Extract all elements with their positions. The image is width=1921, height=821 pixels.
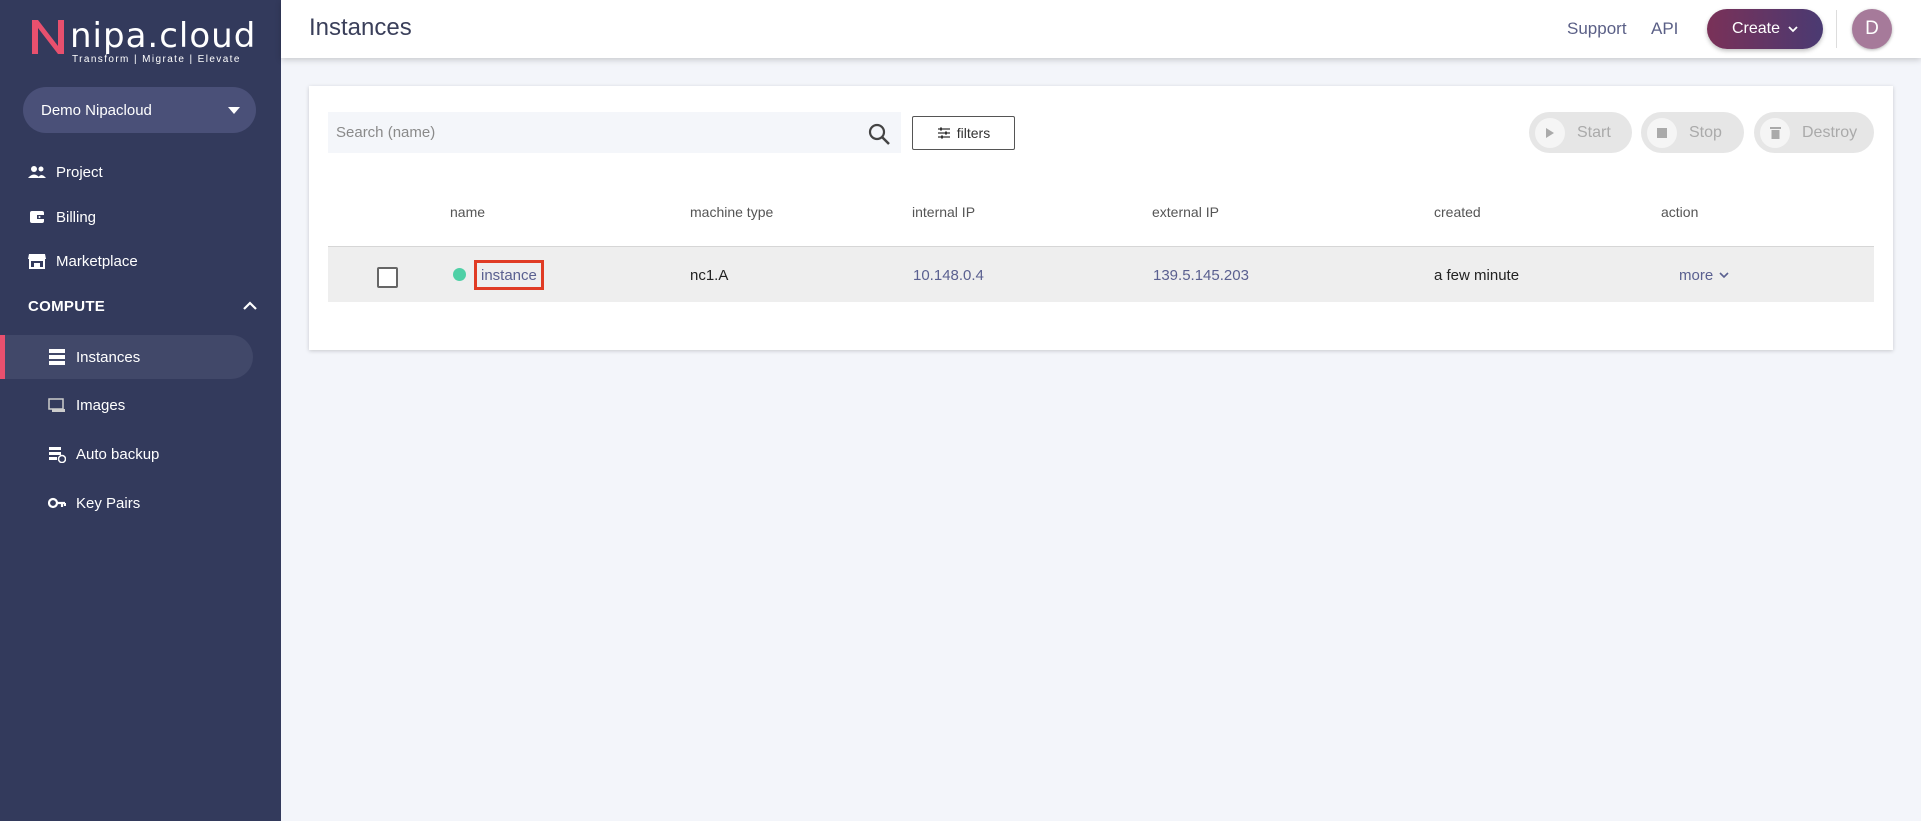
instance-name-link[interactable]: instance <box>474 260 544 290</box>
create-button[interactable]: Create <box>1707 9 1823 49</box>
filters-button[interactable]: filters <box>912 116 1015 150</box>
more-actions-label: more <box>1679 267 1714 284</box>
column-header-internal-ip: internal IP <box>912 204 976 220</box>
chevron-down-icon <box>1788 25 1798 32</box>
sidebar-item-label: Project <box>56 163 103 181</box>
section-compute-label: COMPUTE <box>28 297 106 315</box>
row-checkbox[interactable] <box>377 267 398 288</box>
brand-logo[interactable]: nipa.cloud Transform | Migrate | Elevate <box>28 16 255 68</box>
backup-icon <box>48 445 66 463</box>
users-icon <box>28 163 46 181</box>
chevron-up-icon <box>243 301 257 310</box>
support-link[interactable]: Support <box>1567 19 1627 39</box>
sidebar-item-label: Images <box>76 396 126 414</box>
sidebar-item-label: Marketplace <box>56 252 138 270</box>
api-link[interactable]: API <box>1651 19 1678 39</box>
stop-button[interactable]: Stop <box>1641 112 1744 153</box>
project-selector-label: Demo Nipacloud <box>41 101 152 119</box>
user-avatar[interactable]: D <box>1852 9 1892 49</box>
brand-tagline: Transform | Migrate | Elevate <box>72 54 241 65</box>
key-icon <box>48 494 66 512</box>
play-icon <box>1535 117 1565 148</box>
column-header-name: name <box>450 204 486 220</box>
sidebar-item-images[interactable]: Images <box>0 384 281 426</box>
sidebar-item-label: Key Pairs <box>76 494 141 512</box>
sidebar-item-marketplace[interactable]: Marketplace <box>0 240 281 282</box>
start-button-label: Start <box>1577 123 1611 141</box>
sidebar-item-instances[interactable]: Instances <box>0 336 281 378</box>
brand-name: nipa.cloud <box>70 16 257 56</box>
column-header-machine-type: machine type <box>690 204 774 220</box>
project-selector[interactable]: Demo Nipacloud <box>23 87 256 133</box>
machine-type-cell: nc1.A <box>690 267 729 284</box>
filters-button-label: filters <box>956 125 991 141</box>
sidebar-item-key-pairs[interactable]: Key Pairs <box>0 482 281 524</box>
wallet-icon <box>28 208 46 226</box>
server-icon <box>48 348 66 366</box>
destroy-button[interactable]: Destroy <box>1754 112 1874 153</box>
created-cell: a few minute <box>1434 267 1520 284</box>
sidebar-item-label: Billing <box>56 208 97 226</box>
monitor-icon <box>48 396 66 414</box>
sidebar-item-project[interactable]: Project <box>0 151 281 193</box>
page-title: Instances <box>309 14 412 41</box>
sidebar-item-label: Auto backup <box>76 445 160 463</box>
trash-icon <box>1760 117 1790 148</box>
column-header-created: created <box>1434 204 1481 220</box>
external-ip-cell[interactable]: 139.5.145.203 <box>1153 267 1249 284</box>
sidebar: nipa.cloud Transform | Migrate | Elevate… <box>0 0 281 821</box>
top-header: Instances Support API Create D <box>281 0 1921 58</box>
internal-ip-cell[interactable]: 10.148.0.4 <box>913 267 984 284</box>
sidebar-item-billing[interactable]: Billing <box>0 196 281 238</box>
section-compute[interactable]: COMPUTE <box>28 293 258 319</box>
stop-button-label: Stop <box>1689 123 1722 141</box>
destroy-button-label: Destroy <box>1802 123 1858 141</box>
search-input[interactable] <box>328 112 901 153</box>
start-button[interactable]: Start <box>1529 112 1632 153</box>
create-button-label: Create <box>1731 20 1781 37</box>
sidebar-item-label: Instances <box>76 348 141 366</box>
instances-card: filters Start Stop Destroy name machine … <box>309 86 1893 350</box>
sidebar-item-auto-backup[interactable]: Auto backup <box>0 433 281 475</box>
table-row[interactable]: instance nc1.A 10.148.0.4 139.5.145.203 … <box>328 246 1874 302</box>
sliders-icon <box>937 127 950 139</box>
chevron-down-icon <box>1719 272 1729 279</box>
column-header-action: action <box>1661 204 1699 220</box>
store-icon <box>28 252 46 270</box>
more-actions-button[interactable]: more <box>1679 267 1729 284</box>
stop-icon <box>1647 117 1677 148</box>
caret-down-icon <box>228 107 240 114</box>
status-running-icon <box>453 268 466 281</box>
column-header-external-ip: external IP <box>1152 204 1219 220</box>
header-divider <box>1836 10 1837 48</box>
logo-n-icon <box>32 20 64 54</box>
search-icon[interactable] <box>867 122 891 146</box>
